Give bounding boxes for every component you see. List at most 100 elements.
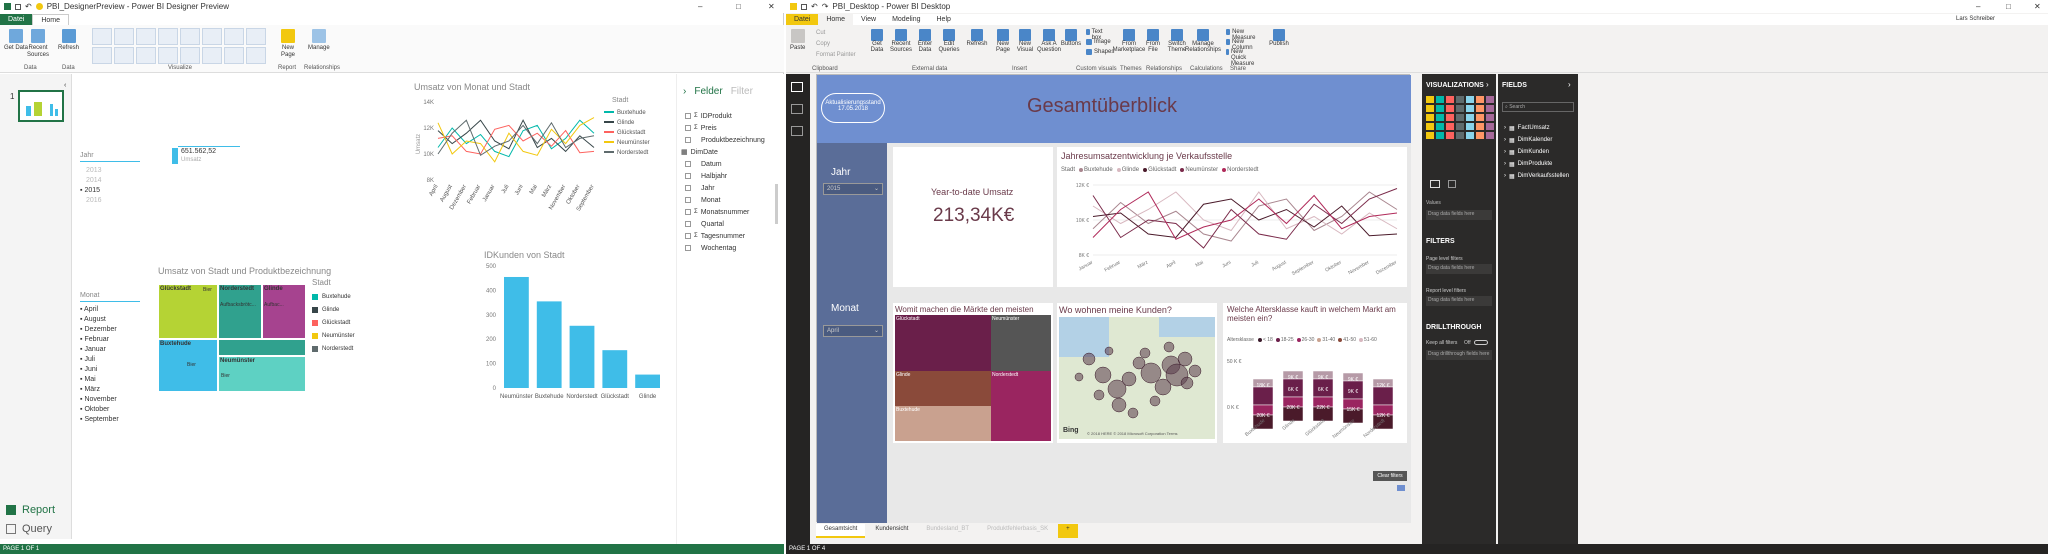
slicer-item-selected[interactable]: ▪ 2015 bbox=[80, 186, 140, 196]
visual-type-icon[interactable] bbox=[1446, 105, 1454, 112]
visual-type-icon[interactable] bbox=[1456, 105, 1464, 112]
viz-icon[interactable] bbox=[92, 47, 112, 64]
viz-icon[interactable] bbox=[92, 28, 112, 45]
tab-felder[interactable]: Felder bbox=[694, 86, 722, 97]
slicer-monat[interactable]: Monat ▪ April ▪ August ▪ Dezember ▪ Februar… bbox=[80, 292, 140, 425]
field-checkbox[interactable] bbox=[685, 185, 691, 191]
tab-datei[interactable]: Datei bbox=[0, 14, 33, 25]
ribbon-button[interactable]: Get Data bbox=[866, 29, 888, 53]
new-page-button[interactable]: New Page bbox=[278, 29, 298, 59]
undo-icon[interactable]: ↶ bbox=[25, 2, 32, 11]
visual-type-icon[interactable] bbox=[1456, 96, 1464, 103]
viz-icon[interactable] bbox=[246, 47, 266, 64]
report-filter-drop-zone[interactable]: Drag data fields here bbox=[1426, 296, 1492, 306]
visual-type-icon[interactable] bbox=[1486, 96, 1494, 103]
slicer-item[interactable]: ▪ April bbox=[80, 305, 140, 315]
drill-drop-zone[interactable]: Drag drillthrough fields here bbox=[1426, 350, 1492, 360]
fields-search[interactable]: ⌕ Search bbox=[1502, 102, 1574, 112]
field-item[interactable]: Halbjahr bbox=[685, 170, 781, 182]
field-item[interactable]: Monat bbox=[685, 194, 781, 206]
values-drop-zone[interactable]: Drag data fields here bbox=[1426, 210, 1492, 220]
market-tile-neumuenster[interactable]: Neumünster bbox=[991, 315, 1051, 371]
tab-filter[interactable]: Filter bbox=[731, 86, 753, 97]
ribbon-button[interactable]: Recent Sources bbox=[890, 29, 912, 53]
close-icon[interactable]: ✕ bbox=[2034, 2, 2041, 11]
save-icon[interactable] bbox=[15, 3, 21, 10]
viz-icon[interactable] bbox=[158, 47, 178, 64]
refresh-button[interactable]: Refresh bbox=[58, 29, 79, 52]
field-item[interactable]: Jahr bbox=[685, 182, 781, 194]
visual-type-icon[interactable] bbox=[1456, 132, 1464, 139]
slicer-item[interactable]: 2013 bbox=[80, 166, 140, 176]
visual-type-icon[interactable] bbox=[1436, 123, 1444, 130]
tab-home[interactable]: Home bbox=[818, 14, 854, 25]
ribbon-button[interactable]: New Page bbox=[992, 29, 1014, 53]
slicer-item[interactable]: ▪ März bbox=[80, 385, 140, 395]
ribbon-button[interactable]: Manage Relationships bbox=[1185, 29, 1221, 53]
field-item[interactable]: Σ Tagesnummer bbox=[685, 230, 781, 242]
viz-icon[interactable] bbox=[224, 47, 244, 64]
market-tile-glinde[interactable]: Glinde bbox=[895, 371, 991, 406]
market-tile-buxtehude[interactable]: Buxtehude bbox=[895, 406, 991, 441]
data-view-icon[interactable] bbox=[791, 104, 803, 114]
visual-type-icon[interactable] bbox=[1476, 114, 1484, 121]
monat-dropdown[interactable]: April ⌄ bbox=[823, 325, 883, 337]
visual-type-icon[interactable] bbox=[1476, 123, 1484, 130]
bar-chart-visual[interactable]: IDKunden von Stadt 0 100 200 300 400 500 Neumü… bbox=[478, 250, 668, 412]
revenue-line-visual[interactable]: Jahresumsatzentwicklung je Verkaufsstell… bbox=[1057, 147, 1407, 287]
undo-icon[interactable]: ↶ bbox=[811, 2, 818, 11]
ribbon-button[interactable]: Buttons bbox=[1060, 29, 1082, 47]
visual-type-icon[interactable] bbox=[1426, 123, 1434, 130]
age-chart-visual[interactable]: Welche Altersklasse kauft in welchem Mar… bbox=[1223, 303, 1407, 443]
minimize-icon[interactable]: – bbox=[698, 2, 702, 11]
field-item[interactable]: Quartal bbox=[685, 218, 781, 230]
field-item[interactable]: Σ Monatsnummer bbox=[685, 206, 781, 218]
field-checkbox[interactable] bbox=[685, 137, 691, 143]
close-icon[interactable]: ✕ bbox=[768, 2, 775, 11]
visualize-gallery[interactable] bbox=[92, 28, 268, 64]
visual-type-icon[interactable] bbox=[1466, 105, 1474, 112]
visual-type-icon[interactable] bbox=[1436, 114, 1444, 121]
viz-icon[interactable] bbox=[136, 47, 156, 64]
field-checkbox[interactable] bbox=[685, 125, 691, 131]
tab-modeling[interactable]: Modeling bbox=[884, 14, 928, 25]
keep-filters-toggle[interactable] bbox=[1474, 340, 1488, 345]
page-thumbnail[interactable] bbox=[18, 90, 64, 122]
maximize-icon[interactable]: □ bbox=[2006, 2, 2011, 11]
model-view-icon[interactable] bbox=[791, 126, 803, 136]
collapse-vis-icon[interactable]: › bbox=[1486, 80, 1489, 89]
tab-view[interactable]: View bbox=[853, 14, 884, 25]
field-checkbox[interactable] bbox=[685, 161, 691, 167]
visual-type-icon[interactable] bbox=[1476, 96, 1484, 103]
treemap-tile-neumuenster[interactable]: Neumünster Bier bbox=[218, 356, 306, 392]
nav-report[interactable]: Report bbox=[6, 504, 55, 516]
tab-help[interactable]: Help bbox=[929, 14, 959, 25]
ribbon-button[interactable]: Image bbox=[1086, 39, 1111, 45]
field-checkbox[interactable] bbox=[685, 173, 691, 179]
field-table[interactable]: › ▦ DimVerkaufsstellen bbox=[1504, 170, 1576, 182]
customer-map-visual[interactable]: Wo wohnen meine Kunden? Bing © 2018 HERE… bbox=[1057, 303, 1217, 443]
ribbon-button[interactable]: Ask A Question bbox=[1037, 29, 1061, 53]
collapse-fields-icon[interactable]: › bbox=[1568, 80, 1571, 89]
viz-icon[interactable] bbox=[202, 47, 222, 64]
visual-type-icon[interactable] bbox=[1466, 132, 1474, 139]
field-item[interactable]: Σ IDProdukt bbox=[685, 110, 781, 122]
field-checkbox[interactable] bbox=[685, 245, 691, 251]
field-item[interactable]: Produktbezeichnung bbox=[685, 134, 781, 146]
slicer-item[interactable]: ▪ Oktober bbox=[80, 405, 140, 415]
viz-icon[interactable] bbox=[136, 28, 156, 45]
visual-type-icon[interactable] bbox=[1446, 96, 1454, 103]
visual-type-icon[interactable] bbox=[1486, 123, 1494, 130]
visual-type-icon[interactable] bbox=[1426, 132, 1434, 139]
visual-type-icon[interactable] bbox=[1436, 105, 1444, 112]
field-table[interactable]: › ▦ DimProdukte bbox=[1504, 158, 1576, 170]
copy-button[interactable]: Copy bbox=[816, 41, 830, 47]
visual-type-icon[interactable] bbox=[1456, 114, 1464, 121]
card-visual[interactable]: 651.562,52 Umsatz bbox=[172, 146, 244, 166]
cut-button[interactable]: Cut bbox=[816, 30, 825, 36]
field-table[interactable]: › ▦ DimKunden bbox=[1504, 146, 1576, 158]
recent-sources-button[interactable]: Recent Sources bbox=[26, 29, 50, 59]
viz-icon[interactable] bbox=[246, 28, 266, 45]
treemap-tile-buxtehude[interactable]: Buxtehude Bier bbox=[158, 339, 218, 392]
line-chart-visual[interactable]: Umsatz von Monat und Stadt 8K 10K 12K 14K Um… bbox=[414, 82, 664, 242]
